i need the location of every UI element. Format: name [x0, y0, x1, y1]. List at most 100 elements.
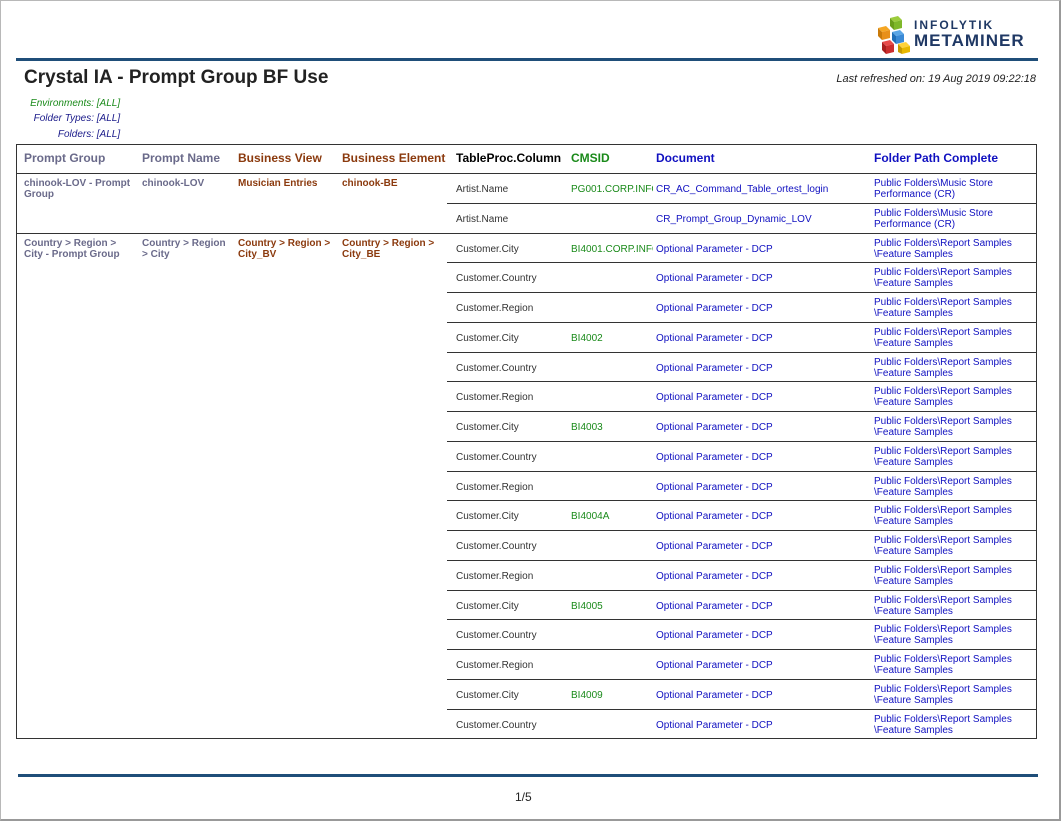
cell-document[interactable]: Optional Parameter - DCP	[656, 392, 871, 403]
folder-path-line: Performance (CR)	[874, 218, 956, 230]
table-row: Customer.Country Optional Parameter - DCP…	[447, 353, 1036, 383]
header-divider	[16, 58, 1038, 61]
cell-document[interactable]: CR_AC_Command_Table_ortest_login	[656, 184, 871, 195]
folder-path-line: Public Folders\Report Samples	[874, 505, 1012, 517]
cell-document[interactable]: Optional Parameter - DCP	[656, 482, 871, 493]
folder-path-line: \Feature Samples	[874, 456, 953, 468]
param-value: [ALL]	[96, 98, 121, 109]
cell-business-element: Country > Region > City_BE	[342, 237, 435, 260]
cell-cmsid: BI4004A	[571, 511, 610, 523]
cell-tableproc-column: Customer.Country	[456, 362, 537, 374]
table-row: Customer.City BI4001.CORP.INFOLYTIK.COMOp…	[447, 234, 1036, 264]
header-business-element: Business Element	[342, 151, 446, 165]
cell-folder-path[interactable]: Public Folders\Report Samples \Feature Sa…	[874, 654, 1034, 676]
cell-document[interactable]: Optional Parameter - DCP	[656, 422, 871, 433]
folder-path-line: Public Folders\Report Samples	[874, 564, 1012, 576]
folder-path-line: \Feature Samples	[874, 278, 953, 290]
cell-document[interactable]: Optional Parameter - DCP	[656, 690, 871, 701]
cell-tableproc-column: Customer.Country	[456, 541, 537, 552]
cell-tableproc-column: Customer.City	[456, 422, 519, 433]
cell-folder-path[interactable]: Public Folders\Report Samples \Feature Sa…	[874, 714, 1034, 736]
logo-text-infolytik: INFOLYTIK	[914, 18, 995, 32]
cell-business-view: Musician Entries	[238, 178, 318, 189]
folder-path-line: \Feature Samples	[874, 337, 953, 349]
cell-cmsid: BI4005	[571, 600, 603, 612]
cell-cmsid: PG001.CORP.INFOLYTIK.COM	[571, 184, 653, 195]
header-prompt-group: Prompt Group	[24, 151, 106, 165]
table-row: Customer.City BI4005 Optional Parameter - …	[447, 591, 1036, 621]
cell-document[interactable]: Optional Parameter - DCP	[656, 452, 871, 463]
folder-path-line: Public Folders\Report Samples	[874, 624, 1012, 636]
cell-document[interactable]: Optional Parameter - DCP	[656, 601, 871, 612]
cell-prompt-group: Country > Region > City - Prompt Group	[24, 237, 120, 260]
cell-document[interactable]: Optional Parameter - DCP	[656, 273, 871, 284]
cell-folder-path[interactable]: Public Folders\Report Samples \Feature Sa…	[874, 297, 1034, 319]
folder-path-line: \Feature Samples	[874, 694, 953, 706]
folder-path-line: \Feature Samples	[874, 575, 953, 587]
param-label: Folder Types:	[33, 113, 94, 124]
header-tableproc-column: TableProc.Column	[456, 151, 562, 165]
cell-folder-path[interactable]: Public Folders\Report Samples \Feature Sa…	[874, 386, 1034, 408]
folder-path-line: Public Folders\Report Samples	[874, 654, 1012, 665]
report-table: Prompt Group Prompt Name Business View B…	[16, 144, 1037, 739]
folder-path-line: Public Folders\Report Samples	[874, 416, 1012, 427]
cell-document[interactable]: Optional Parameter - DCP	[656, 720, 871, 731]
cell-folder-path[interactable]: Public Folders\Report Samples \Feature Sa…	[874, 327, 1034, 349]
cell-tableproc-column: Customer.City	[456, 243, 519, 255]
cell-folder-path[interactable]: Public Folders\Report Samples \Feature Sa…	[874, 505, 1034, 527]
cell-document[interactable]: Optional Parameter - DCP	[656, 363, 871, 374]
folder-path-line: \Feature Samples	[874, 427, 953, 438]
cell-document[interactable]: Optional Parameter - DCP	[656, 660, 871, 671]
footer-divider	[18, 774, 1038, 777]
param-value: [ALL]	[96, 129, 121, 140]
cell-folder-path[interactable]: Public Folders\Report Samples \Feature Sa…	[874, 476, 1034, 498]
cell-folder-path[interactable]: Public Folders\Report Samples \Feature Sa…	[874, 357, 1034, 379]
cell-document[interactable]: Optional Parameter - DCP	[656, 303, 871, 314]
table-row: Customer.Country Optional Parameter - DCP…	[447, 710, 1036, 740]
folder-path-line: Public Folders\Report Samples	[874, 683, 1012, 695]
cell-folder-path[interactable]: Public Folders\Report Samples \Feature Sa…	[874, 535, 1034, 557]
cell-folder-path[interactable]: Public Folders\Report Samples \Feature Sa…	[874, 267, 1034, 289]
cell-folder-path[interactable]: Public Folders\Report Samples \Feature Sa…	[874, 684, 1034, 706]
table-row: Customer.City BI4002 Optional Parameter - …	[447, 323, 1036, 353]
cell-document[interactable]: Optional Parameter - DCP	[656, 333, 871, 344]
cell-folder-path[interactable]: Public Folders\Report Samples \Feature Sa…	[874, 446, 1034, 468]
cell-folder-path[interactable]: Public Folders\Report Samples \Feature Sa…	[874, 565, 1034, 587]
folder-path-line: Public Folders\Report Samples	[874, 356, 1012, 368]
cell-folder-path[interactable]: Public Folders\Music Store Performance (C…	[874, 178, 1034, 200]
folder-path-line: \Feature Samples	[874, 546, 953, 557]
folder-path-line: Public Folders\Report Samples	[874, 713, 1012, 725]
folder-path-line: Public Folders\Report Samples	[874, 445, 1012, 457]
cell-document[interactable]: Optional Parameter - DCP	[656, 630, 871, 641]
folder-path-line: Public Folders\Report Samples	[874, 237, 1012, 249]
folder-path-line: \Feature Samples	[874, 724, 953, 736]
cell-folder-path[interactable]: Public Folders\Music Store Performance (C…	[874, 208, 1034, 230]
folder-path-line: \Feature Samples	[874, 486, 953, 498]
cell-tableproc-column: Artist.Name	[456, 184, 509, 195]
table-row: Customer.Country Optional Parameter - DCP…	[447, 620, 1036, 650]
table-row: Customer.Region Optional Parameter - DCP P…	[447, 293, 1036, 323]
folder-path-line: \Feature Samples	[874, 248, 953, 260]
cell-folder-path[interactable]: Public Folders\Report Samples \Feature Sa…	[874, 416, 1034, 438]
table-row: Artist.Name CR_Prompt_Group_Dynamic_LOV Pu…	[447, 204, 1036, 234]
cell-document[interactable]: Optional Parameter - DCP	[656, 541, 871, 552]
infolytik-metaminer-logo: INFOLYTIK METAMINER	[876, 16, 1038, 54]
cell-business-view: Country > Region > City_BV	[238, 237, 331, 260]
header-folder-path: Folder Path Complete	[874, 151, 999, 165]
param-label: Environments:	[30, 98, 94, 109]
cell-folder-path[interactable]: Public Folders\Report Samples \Feature Sa…	[874, 238, 1034, 260]
cell-folder-path[interactable]: Public Folders\Report Samples \Feature Sa…	[874, 624, 1034, 646]
cell-tableproc-column: Customer.City	[456, 332, 519, 344]
cell-document[interactable]: Optional Parameter - DCP	[656, 244, 871, 255]
folder-path-line: \Feature Samples	[874, 397, 953, 409]
folder-path-line: Public Folders\Music Store	[874, 178, 993, 189]
table-row: Customer.City BI4003 Optional Parameter - …	[447, 412, 1036, 442]
cell-document[interactable]: Optional Parameter - DCP	[656, 571, 871, 582]
cell-tableproc-column: Customer.Country	[456, 719, 537, 731]
cell-cmsid: BI4002	[571, 332, 603, 344]
cell-document[interactable]: CR_Prompt_Group_Dynamic_LOV	[656, 214, 871, 225]
param-environments: Environments: [ALL]	[20, 98, 120, 109]
cell-folder-path[interactable]: Public Folders\Report Samples \Feature Sa…	[874, 595, 1034, 617]
last-refreshed: Last refreshed on: 19 Aug 2019 09:22:18	[836, 73, 1036, 85]
cell-document[interactable]: Optional Parameter - DCP	[656, 511, 871, 522]
